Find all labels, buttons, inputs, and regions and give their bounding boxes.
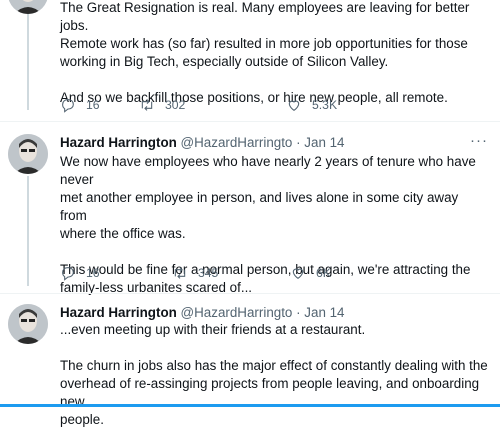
- tweet-date[interactable]: · Jan 14: [296, 305, 344, 320]
- like-count: 5.3K: [312, 98, 338, 112]
- reply-count: 16: [86, 98, 100, 112]
- author-handle[interactable]: @HazardHarringto: [181, 305, 293, 320]
- reply-icon: [62, 267, 74, 281]
- retweet-count: 345: [198, 266, 219, 280]
- avatar[interactable]: [8, 134, 48, 174]
- avatar[interactable]: [8, 0, 48, 14]
- author-handle[interactable]: @HazardHarringto: [181, 135, 293, 150]
- like-button[interactable]: 5.3K: [286, 97, 337, 113]
- retweet-button[interactable]: 302: [139, 97, 185, 113]
- tweet-text: ...even meeting up with their friends at…: [60, 322, 488, 427]
- tweet-actions: 16 302 5.3K: [60, 97, 488, 115]
- retweet-icon: [174, 267, 186, 279]
- tweet[interactable]: The Great Resignation is real. Many empl…: [0, 0, 500, 120]
- like-count: 6K: [316, 266, 331, 280]
- reply-icon: [62, 99, 74, 113]
- reply-button[interactable]: 16: [60, 97, 100, 113]
- tweet-actions: 16 345 6K: [60, 265, 488, 283]
- tweet-header: Hazard Harrington @HazardHarringto · Jan…: [60, 132, 488, 152]
- tweet[interactable]: Hazard Harrington @HazardHarringto · Jan…: [0, 122, 500, 295]
- author-name[interactable]: Hazard Harrington: [60, 305, 177, 320]
- like-icon: [288, 100, 300, 111]
- like-button[interactable]: 6K: [290, 265, 331, 281]
- reply-button[interactable]: 16: [60, 265, 100, 281]
- reply-count: 16: [86, 266, 100, 280]
- avatar[interactable]: [8, 304, 48, 344]
- tweet-text: The Great Resignation is real. Many empl…: [60, 0, 470, 105]
- tweet-header: Hazard Harrington @HazardHarringto · Jan…: [60, 304, 488, 322]
- like-icon: [292, 268, 304, 279]
- tweet[interactable]: Hazard Harrington @HazardHarringto · Jan…: [0, 294, 500, 427]
- retweet-icon: [141, 99, 153, 111]
- retweet-count: 302: [165, 98, 186, 112]
- tweet-date[interactable]: · Jan 14: [296, 135, 344, 150]
- more-icon[interactable]: ···: [470, 132, 488, 150]
- retweet-button[interactable]: 345: [172, 265, 218, 281]
- author-name[interactable]: Hazard Harrington: [60, 135, 177, 150]
